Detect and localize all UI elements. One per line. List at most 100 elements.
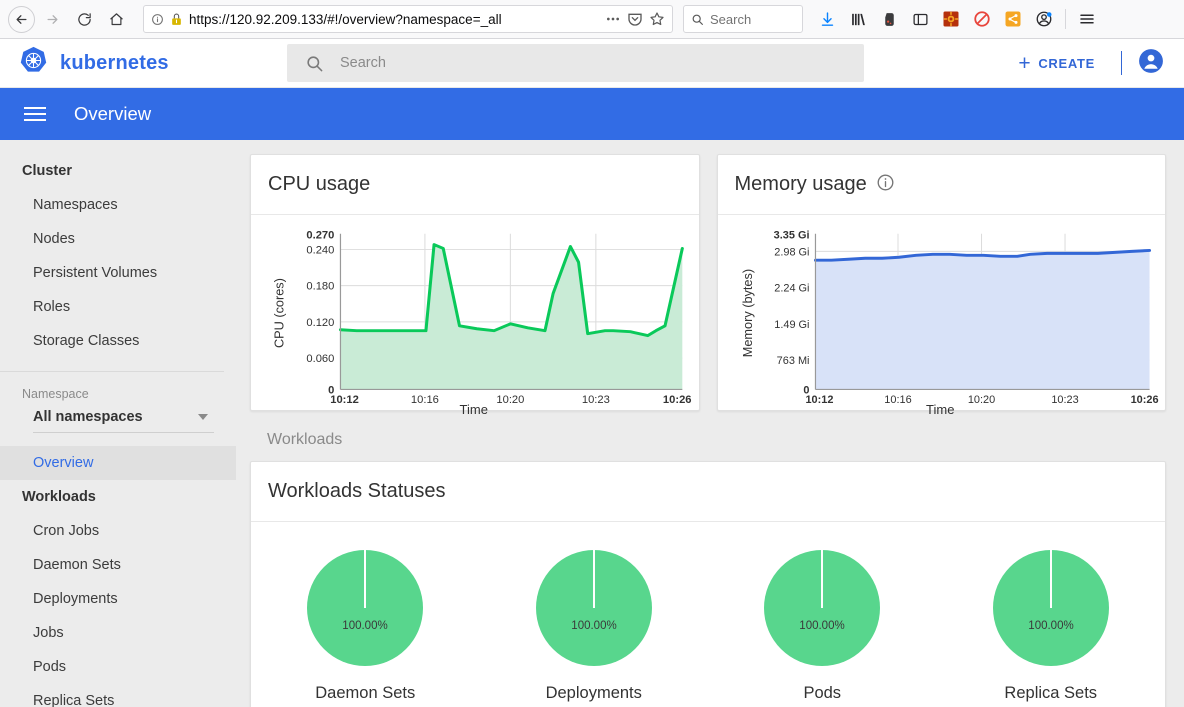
adblock-icon[interactable]	[968, 5, 996, 33]
cpu-area-fill	[340, 244, 683, 390]
cpu-ytick-5: 0.270	[306, 230, 334, 242]
account-circle-icon[interactable]	[1138, 48, 1164, 79]
search-icon	[692, 14, 703, 25]
share-icon[interactable]	[999, 5, 1027, 33]
pie-chart-replica-sets[interactable]: 100.00%	[989, 546, 1113, 670]
main-inner: CPU usage 0.270 0.240 0.180 0.120 0.060	[250, 154, 1166, 707]
url-bar[interactable]: https://120.92.209.133/#!/overview?names…	[143, 5, 673, 33]
sidebar-item-roles[interactable]: Roles	[0, 290, 236, 324]
workloads-card-header: Workloads Statuses	[251, 462, 1165, 522]
memory-area-fill	[814, 250, 1150, 390]
cpu-ytick-3: 0.180	[306, 281, 334, 293]
mem-xtick-0: 10:12	[805, 394, 833, 406]
menu-icon[interactable]	[1073, 5, 1101, 33]
library-icon[interactable]	[844, 5, 872, 33]
pie-label-daemon-sets: Daemon Sets	[315, 684, 416, 702]
kubernetes-wheel-icon	[18, 45, 49, 81]
search-placeholder: Search	[340, 55, 386, 71]
reload-icon[interactable]	[69, 4, 99, 34]
mem-ytick-1: 763 Mi	[776, 355, 809, 367]
sidebar-group-cluster: Cluster	[22, 163, 72, 179]
sidebar-item-nodes[interactable]: Nodes	[0, 222, 236, 256]
mem-xtick-1: 10:16	[884, 394, 911, 406]
brand-name: kubernetes	[60, 51, 169, 74]
sidebar-item-daemon-sets[interactable]: Daemon Sets	[0, 548, 236, 582]
cpu-ytick-2: 0.120	[306, 317, 334, 329]
cpu-chart-svg: 0.270 0.240 0.180 0.120 0.060 0 CPU (cor…	[271, 230, 691, 406]
body: Cluster Namespaces Nodes Persistent Volu…	[0, 140, 1184, 707]
page-actions-icon[interactable]	[605, 11, 621, 27]
pie-value-daemon-sets: 100.00%	[343, 620, 388, 632]
header-divider	[1121, 51, 1122, 75]
forward-arrow-icon	[37, 4, 67, 34]
account-icon[interactable]	[1030, 5, 1058, 33]
mem-ytick-5: 3.35 Gi	[773, 230, 809, 242]
search-input[interactable]: Search	[287, 44, 864, 82]
memory-card-title: Memory usage	[734, 173, 867, 195]
browser-search-placeholder: Search	[710, 11, 752, 27]
pie-label-replica-sets: Replica Sets	[1004, 684, 1098, 702]
sidebar-item-storage-classes[interactable]: Storage Classes	[0, 324, 236, 358]
pie-row: 100.00% Daemon Sets 100.00% Deployments	[251, 522, 1165, 707]
back-arrow-icon[interactable]	[8, 5, 35, 33]
pie-cell-replica-sets: 100.00% Replica Sets	[937, 546, 1166, 703]
chevron-down-icon	[198, 414, 208, 420]
insecure-lock-icon[interactable]	[170, 12, 183, 27]
info-circle-icon[interactable]	[876, 173, 895, 197]
pie-value-pods: 100.00%	[800, 620, 845, 632]
browser-extension-icons	[813, 5, 1101, 33]
sidebar-item-cron-jobs[interactable]: Cron Jobs	[0, 514, 236, 548]
create-button[interactable]: + CREATE	[1008, 47, 1105, 80]
sidebar-item-replica-sets[interactable]: Replica Sets	[0, 684, 236, 707]
extension-gear-icon[interactable]	[937, 5, 965, 33]
mem-ylabel: Memory (bytes)	[739, 269, 754, 357]
cpu-ytick-4: 0.240	[306, 245, 334, 257]
namespace-label: Namespace	[22, 387, 89, 401]
home-icon[interactable]	[101, 4, 131, 34]
pocket-icon[interactable]	[627, 11, 643, 27]
memory-chart-svg: 3.35 Gi 2.98 Gi 2.24 Gi 1.49 Gi 763 Mi 0…	[739, 230, 1158, 406]
toolbar-divider	[1065, 9, 1066, 29]
sidebar-item-pods[interactable]: Pods	[0, 650, 236, 684]
sidebar-item-persistent-volumes[interactable]: Persistent Volumes	[0, 256, 236, 290]
cpu-card-header: CPU usage	[251, 155, 699, 215]
reader-view-icon[interactable]	[906, 5, 934, 33]
mem-xtick-3: 10:23	[1051, 394, 1078, 406]
pie-cell-daemon-sets: 100.00% Daemon Sets	[251, 546, 480, 703]
cpu-xtick-1: 10:16	[411, 394, 439, 406]
main-content: CPU usage 0.270 0.240 0.180 0.120 0.060	[236, 140, 1184, 707]
sidebar: Cluster Namespaces Nodes Persistent Volu…	[0, 140, 236, 707]
pie-chart-pods[interactable]: 100.00%	[760, 546, 884, 670]
plus-icon: +	[1018, 51, 1032, 75]
browser-search-box[interactable]: Search	[683, 5, 803, 33]
evernote-icon[interactable]	[875, 5, 903, 33]
pie-cell-pods: 100.00% Pods	[708, 546, 937, 703]
downloads-icon[interactable]	[813, 5, 841, 33]
sidebar-group-workloads: Workloads	[22, 489, 96, 505]
cpu-xtick-3: 10:23	[582, 394, 610, 406]
page-title: Overview	[74, 103, 152, 124]
cpu-ytick-1: 0.060	[306, 353, 334, 365]
pie-label-pods: Pods	[803, 684, 842, 702]
sidebar-item-jobs[interactable]: Jobs	[0, 616, 236, 650]
brand[interactable]: kubernetes	[0, 45, 287, 81]
pie-chart-deployments[interactable]: 100.00%	[532, 546, 656, 670]
pie-cell-deployments: 100.00% Deployments	[480, 546, 709, 703]
namespace-select[interactable]: All namespaces	[33, 409, 214, 433]
workloads-card-title: Workloads Statuses	[268, 480, 446, 502]
sidebar-item-deployments[interactable]: Deployments	[0, 582, 236, 616]
memory-chart: 3.35 Gi 2.98 Gi 2.24 Gi 1.49 Gi 763 Mi 0…	[718, 215, 1166, 417]
workloads-section-label: Workloads	[267, 431, 343, 448]
pie-value-deployments: 100.00%	[571, 620, 616, 632]
sidebar-item-namespaces[interactable]: Namespaces	[0, 188, 236, 222]
cpu-ylabel: CPU (cores)	[271, 278, 286, 348]
mem-ytick-3: 2.24 Gi	[774, 283, 809, 295]
hamburger-menu-icon[interactable]	[20, 103, 50, 125]
bookmark-star-icon[interactable]	[649, 11, 665, 27]
mem-ytick-2: 1.49 Gi	[774, 319, 809, 331]
cpu-xtick-2: 10:20	[496, 394, 524, 406]
pie-chart-daemon-sets[interactable]: 100.00%	[303, 546, 427, 670]
sidebar-item-overview[interactable]: Overview	[0, 446, 236, 480]
app-header: kubernetes Search + CREATE	[0, 39, 1184, 88]
page-info-icon[interactable]	[151, 13, 164, 26]
